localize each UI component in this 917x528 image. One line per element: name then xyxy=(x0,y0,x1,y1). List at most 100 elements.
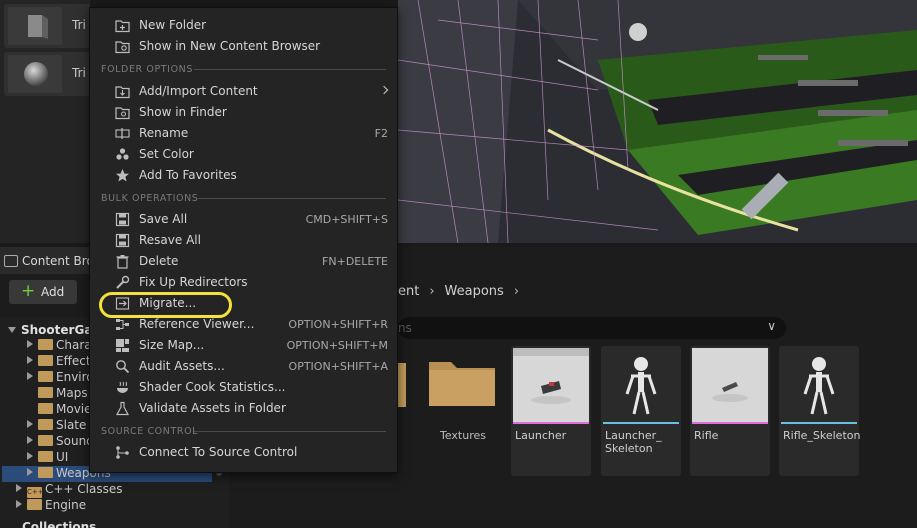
level-viewport[interactable] xyxy=(398,0,917,243)
static-mesh-thumbnail xyxy=(692,348,768,422)
content-browser-icon xyxy=(4,255,18,267)
asset-name: Textures xyxy=(440,429,486,442)
folder-icon xyxy=(38,339,53,350)
sphere-icon xyxy=(8,55,62,93)
search-input[interactable]: ns ∨ xyxy=(398,317,786,339)
tree-item-effects[interactable]: Effect xyxy=(27,354,91,370)
chevron-right-icon xyxy=(27,452,33,460)
chevron-right-icon: › xyxy=(513,284,520,299)
chevron-right-icon xyxy=(27,356,33,364)
wrench-icon xyxy=(116,275,130,289)
asset-name: Rifle xyxy=(694,429,719,442)
menu-item-label: Resave All xyxy=(139,233,201,247)
section-divider xyxy=(194,69,386,70)
tree-item-sounds[interactable]: Sound xyxy=(27,434,94,450)
menu-item-set-color[interactable]: Set Color xyxy=(90,144,397,165)
menu-item-save-all[interactable]: Save All CMD+SHIFT+S xyxy=(90,209,397,230)
shortcut-label: OPTION+SHIFT+R xyxy=(288,318,388,331)
tree-item-movies[interactable]: Movie xyxy=(38,402,92,418)
tree-item-cpp-classes[interactable]: C++C++ Classes xyxy=(16,482,123,498)
star-icon xyxy=(116,169,129,182)
asset-type-bar xyxy=(603,422,679,424)
folder-icon xyxy=(38,355,53,366)
size-map-icon xyxy=(116,339,129,352)
menu-item-validate-assets[interactable]: Validate Assets in Folder xyxy=(90,398,397,419)
menu-item-label: Rename xyxy=(139,126,189,140)
palette-icon xyxy=(116,148,129,160)
asset-tile-rifle-skeleton[interactable]: Rifle_Skeleton xyxy=(779,346,861,476)
audit-icon xyxy=(116,360,130,374)
menu-item-audit-assets[interactable]: Audit Assets... OPTION+SHIFT+A xyxy=(90,356,397,377)
menu-item-label: Add/Import Content xyxy=(139,84,258,98)
asset-name: Rifle_Skeleton xyxy=(783,429,861,442)
place-item-label: Tri xyxy=(72,66,86,80)
collections-header[interactable]: Collections xyxy=(22,520,96,528)
rename-icon xyxy=(115,128,130,139)
tree-item-engine[interactable]: Engine xyxy=(16,498,86,514)
menu-item-delete[interactable]: Delete FN+DELETE xyxy=(90,251,397,272)
source-control-icon xyxy=(116,446,129,459)
tree-item-ui[interactable]: UI xyxy=(27,450,68,466)
tree-item-maps[interactable]: Maps xyxy=(38,386,88,402)
menu-item-connect-source-control[interactable]: Connect To Source Control xyxy=(90,442,397,463)
menu-item-show-new-browser[interactable]: Show in New Content Browser xyxy=(90,36,397,57)
menu-item-add-favorites[interactable]: Add To Favorites xyxy=(90,165,397,186)
section-folder-options: FOLDER OPTIONS xyxy=(101,64,193,75)
shortcut-label: OPTION+SHIFT+M xyxy=(286,339,388,352)
section-divider xyxy=(194,431,386,432)
search-placeholder: ns xyxy=(398,321,412,335)
chevron-right-icon xyxy=(27,340,33,348)
folder-icon xyxy=(27,499,42,510)
menu-item-label: New Folder xyxy=(139,18,207,32)
menu-item-label: Show in New Content Browser xyxy=(139,39,321,53)
folder-icon xyxy=(429,362,495,406)
breadcrumb-item[interactable]: Weapons xyxy=(445,284,504,299)
tree-item-label: Maps xyxy=(56,386,88,400)
tree-item-label: Chara xyxy=(56,338,92,352)
menu-item-size-map[interactable]: Size Map... OPTION+SHIFT+M xyxy=(90,335,397,356)
menu-item-show-in-finder[interactable]: Show in Finder xyxy=(90,102,397,123)
asset-tile-launcher[interactable]: Launcher xyxy=(511,346,591,476)
shortcut-label: F2 xyxy=(374,127,388,140)
save-icon xyxy=(115,233,130,248)
cube-icon xyxy=(8,7,62,45)
breadcrumb-item[interactable]: ent xyxy=(398,284,419,299)
chevron-right-icon xyxy=(27,468,33,476)
place-item-cube[interactable]: Tri xyxy=(4,4,90,48)
menu-item-new-folder[interactable]: New Folder xyxy=(90,15,397,36)
asset-name: Launcher_ Skeleton xyxy=(605,429,662,455)
tree-item-environment[interactable]: Enviro xyxy=(27,370,94,386)
static-mesh-thumbnail xyxy=(513,348,589,422)
menu-item-fix-redirectors[interactable]: Fix Up Redirectors xyxy=(90,272,397,293)
chevron-right-icon xyxy=(16,500,22,508)
add-button-label: Add xyxy=(41,285,65,299)
skeleton-icon xyxy=(603,348,679,422)
chevron-down-icon[interactable]: ∨ xyxy=(767,319,776,333)
content-browser-tab-label: Content Bro xyxy=(22,254,94,268)
tree-item-slate[interactable]: Slate xyxy=(27,418,86,434)
folder-context-menu: New Folder Show in New Content Browser F… xyxy=(89,7,398,473)
section-bulk-operations: BULK OPERATIONS xyxy=(101,193,199,204)
tree-item-label: Enviro xyxy=(56,370,94,384)
section-divider xyxy=(198,198,386,199)
folder-icon xyxy=(38,403,53,414)
asset-type-bar xyxy=(513,422,589,424)
menu-item-label: Set Color xyxy=(139,147,194,161)
finder-icon xyxy=(115,107,130,120)
folder-icon xyxy=(398,363,406,407)
breadcrumb: ent › Weapons › xyxy=(398,284,529,299)
asset-tile-textures[interactable]: Textures xyxy=(423,346,503,476)
place-item-sphere[interactable]: Tri xyxy=(4,52,90,96)
asset-tile-launcher-skeleton[interactable]: Launcher_ Skeleton xyxy=(601,346,681,476)
add-button[interactable]: + Add xyxy=(9,280,77,304)
section-source-control: SOURCE CONTROL xyxy=(101,426,199,437)
menu-item-resave-all[interactable]: Resave All xyxy=(90,230,397,251)
chevron-down-icon xyxy=(8,327,16,333)
menu-item-add-import[interactable]: Add/Import Content xyxy=(90,81,397,102)
content-browser-tab[interactable]: Content Bro xyxy=(0,247,94,274)
asset-tile-rifle[interactable]: Rifle xyxy=(690,346,770,476)
menu-item-rename[interactable]: Rename F2 xyxy=(90,123,397,144)
menu-item-shader-cook[interactable]: Shader Cook Statistics... xyxy=(90,377,397,398)
chevron-right-icon xyxy=(16,484,22,492)
tree-item-characters[interactable]: Chara xyxy=(27,338,92,354)
